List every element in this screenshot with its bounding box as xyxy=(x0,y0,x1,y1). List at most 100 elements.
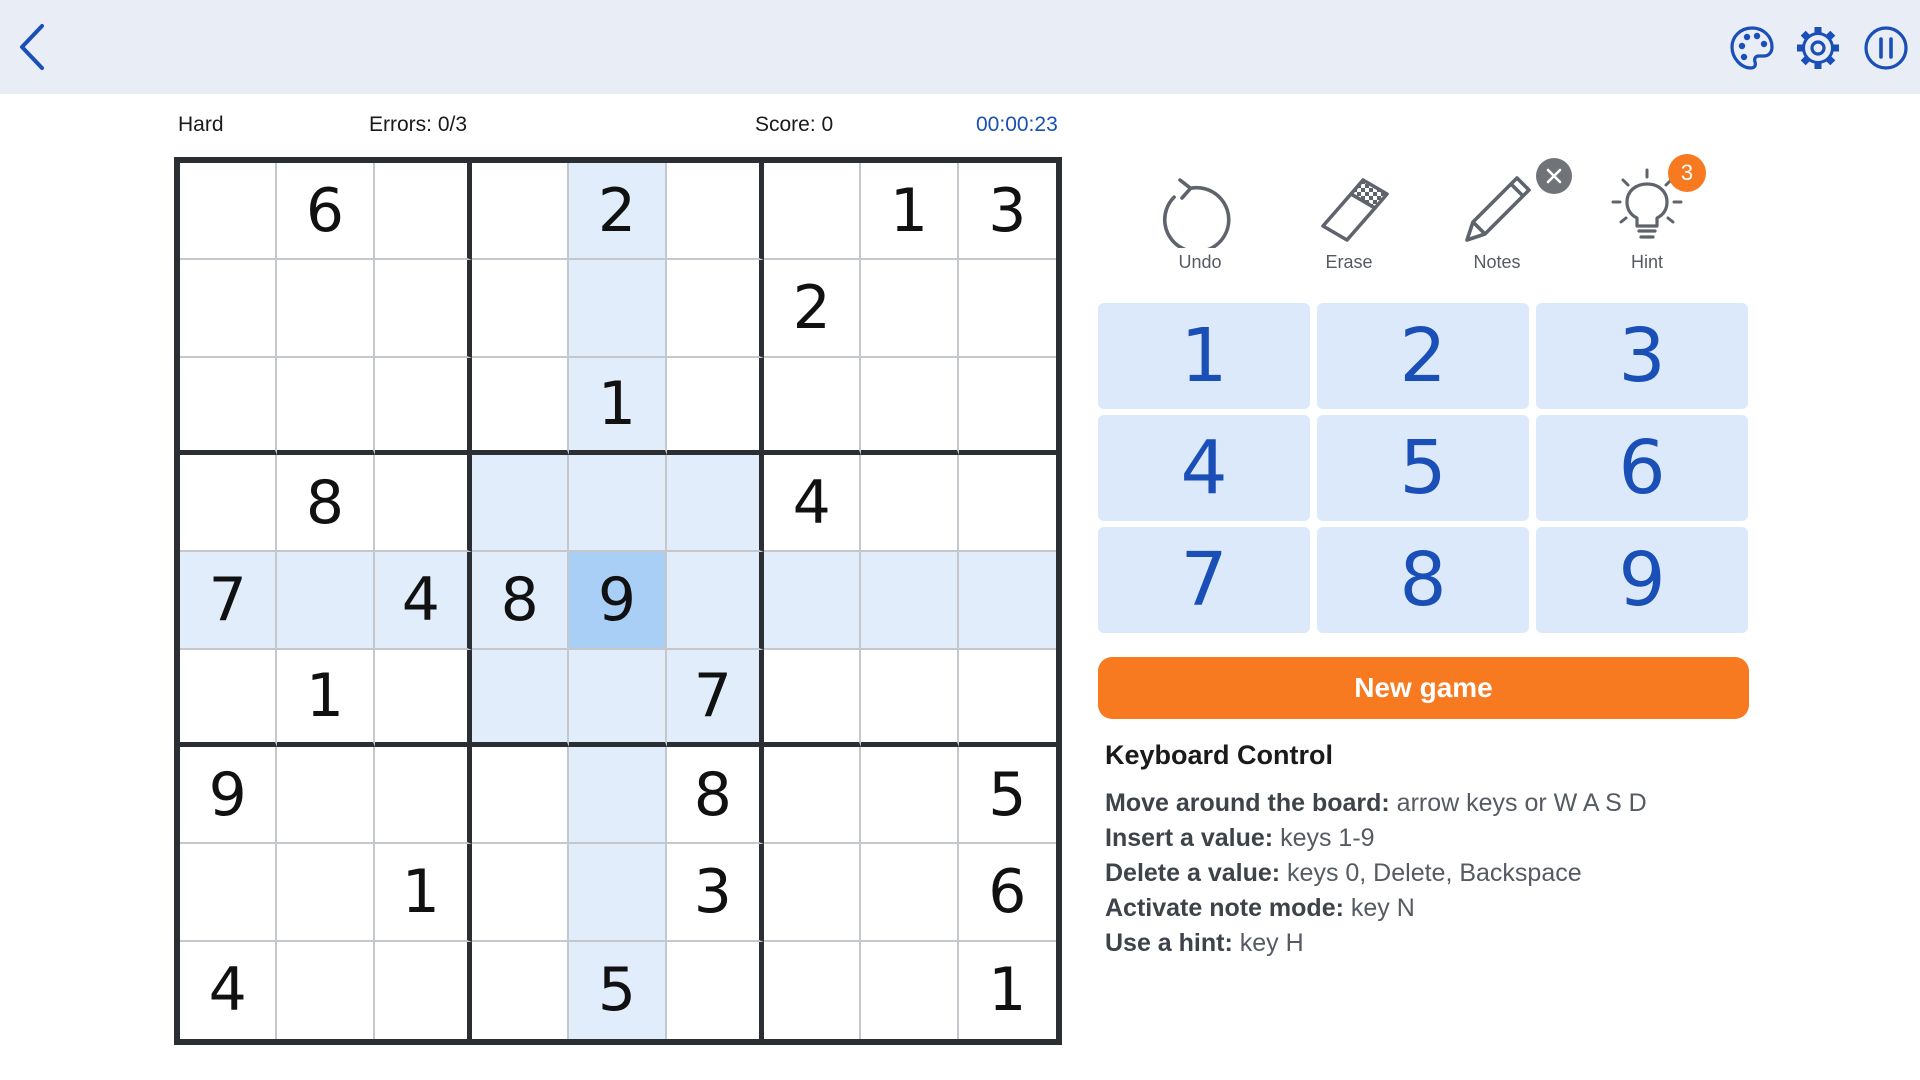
sudoku-cell-r1-c5[interactable]: 2 xyxy=(569,163,667,261)
sudoku-cell-r9-c1[interactable]: 4 xyxy=(180,941,278,1039)
sudoku-cell-r1-c9[interactable]: 3 xyxy=(958,163,1056,261)
sudoku-cell-r4-c3[interactable] xyxy=(374,455,472,553)
sudoku-cell-r7-c7[interactable] xyxy=(764,747,862,845)
sudoku-cell-r3-c5[interactable]: 1 xyxy=(569,357,667,455)
sudoku-cell-r8-c2[interactable] xyxy=(277,844,375,942)
sudoku-cell-r1-c4[interactable] xyxy=(472,163,570,261)
sudoku-cell-r5-c5[interactable]: 9 xyxy=(569,552,667,650)
sudoku-cell-r2-c8[interactable] xyxy=(861,260,959,358)
sudoku-cell-r2-c7[interactable]: 2 xyxy=(764,260,862,358)
sudoku-cell-r5-c2[interactable] xyxy=(277,552,375,650)
erase-button[interactable]: Erase xyxy=(1284,168,1414,288)
sudoku-cell-r4-c8[interactable] xyxy=(861,455,959,553)
sudoku-cell-r6-c4[interactable] xyxy=(472,649,570,747)
sudoku-cell-r5-c9[interactable] xyxy=(958,552,1056,650)
sudoku-cell-r4-c2[interactable]: 8 xyxy=(277,455,375,553)
sudoku-cell-r5-c8[interactable] xyxy=(861,552,959,650)
sudoku-cell-r6-c6[interactable]: 7 xyxy=(666,649,764,747)
sudoku-cell-r7-c4[interactable] xyxy=(472,747,570,845)
sudoku-cell-r2-c9[interactable] xyxy=(958,260,1056,358)
sudoku-cell-r6-c5[interactable] xyxy=(569,649,667,747)
sudoku-cell-r3-c4[interactable] xyxy=(472,357,570,455)
number-button-3[interactable]: 3 xyxy=(1536,303,1748,409)
number-button-8[interactable]: 8 xyxy=(1317,527,1529,633)
sudoku-cell-r9-c2[interactable] xyxy=(277,941,375,1039)
sudoku-cell-r8-c4[interactable] xyxy=(472,844,570,942)
sudoku-cell-r3-c3[interactable] xyxy=(374,357,472,455)
sudoku-cell-r9-c9[interactable]: 1 xyxy=(958,941,1056,1039)
number-button-5[interactable]: 5 xyxy=(1317,415,1529,521)
sudoku-cell-r5-c7[interactable] xyxy=(764,552,862,650)
sudoku-cell-r2-c2[interactable] xyxy=(277,260,375,358)
sudoku-cell-r7-c8[interactable] xyxy=(861,747,959,845)
sudoku-cell-r4-c4[interactable] xyxy=(472,455,570,553)
sudoku-cell-r6-c7[interactable] xyxy=(764,649,862,747)
sudoku-cell-r1-c3[interactable] xyxy=(374,163,472,261)
pause-icon[interactable] xyxy=(1862,24,1910,72)
sudoku-cell-r8-c9[interactable]: 6 xyxy=(958,844,1056,942)
sudoku-cell-r4-c9[interactable] xyxy=(958,455,1056,553)
sudoku-cell-r8-c6[interactable]: 3 xyxy=(666,844,764,942)
sudoku-cell-r7-c9[interactable]: 5 xyxy=(958,747,1056,845)
sudoku-cell-r9-c8[interactable] xyxy=(861,941,959,1039)
sudoku-cell-r3-c8[interactable] xyxy=(861,357,959,455)
sudoku-cell-r2-c4[interactable] xyxy=(472,260,570,358)
number-button-7[interactable]: 7 xyxy=(1098,527,1310,633)
sudoku-cell-r7-c6[interactable]: 8 xyxy=(666,747,764,845)
sudoku-cell-r6-c3[interactable] xyxy=(374,649,472,747)
sudoku-cell-r3-c1[interactable] xyxy=(180,357,278,455)
number-button-1[interactable]: 1 xyxy=(1098,303,1310,409)
sudoku-cell-r8-c5[interactable] xyxy=(569,844,667,942)
sudoku-cell-r5-c4[interactable]: 8 xyxy=(472,552,570,650)
hint-button[interactable]: Hint 3 xyxy=(1582,154,1712,288)
sudoku-cell-r9-c3[interactable] xyxy=(374,941,472,1039)
sudoku-cell-r2-c3[interactable] xyxy=(374,260,472,358)
sudoku-cell-r9-c6[interactable] xyxy=(666,941,764,1039)
sudoku-cell-r2-c5[interactable] xyxy=(569,260,667,358)
sudoku-cell-r9-c4[interactable] xyxy=(472,941,570,1039)
sudoku-cell-r5-c6[interactable] xyxy=(666,552,764,650)
sudoku-cell-r3-c2[interactable] xyxy=(277,357,375,455)
sudoku-cell-r7-c2[interactable] xyxy=(277,747,375,845)
sudoku-cell-r3-c7[interactable] xyxy=(764,357,862,455)
sudoku-cell-r8-c1[interactable] xyxy=(180,844,278,942)
new-game-button[interactable]: New game xyxy=(1098,657,1749,719)
number-button-4[interactable]: 4 xyxy=(1098,415,1310,521)
undo-button[interactable]: Undo xyxy=(1135,168,1265,288)
number-button-9[interactable]: 9 xyxy=(1536,527,1748,633)
sudoku-cell-r6-c9[interactable] xyxy=(958,649,1056,747)
sudoku-cell-r1-c8[interactable]: 1 xyxy=(861,163,959,261)
sudoku-cell-r3-c9[interactable] xyxy=(958,357,1056,455)
sudoku-cell-r5-c3[interactable]: 4 xyxy=(374,552,472,650)
sudoku-cell-r2-c6[interactable] xyxy=(666,260,764,358)
sudoku-cell-r9-c7[interactable] xyxy=(764,941,862,1039)
sudoku-cell-r4-c1[interactable] xyxy=(180,455,278,553)
sudoku-cell-r8-c8[interactable] xyxy=(861,844,959,942)
sudoku-cell-r5-c1[interactable]: 7 xyxy=(180,552,278,650)
gear-icon[interactable] xyxy=(1794,24,1842,72)
sudoku-cell-r8-c3[interactable]: 1 xyxy=(374,844,472,942)
sudoku-cell-r4-c6[interactable] xyxy=(666,455,764,553)
close-icon[interactable] xyxy=(1536,158,1572,194)
sudoku-cell-r7-c1[interactable]: 9 xyxy=(180,747,278,845)
sudoku-cell-r7-c3[interactable] xyxy=(374,747,472,845)
sudoku-cell-r1-c2[interactable]: 6 xyxy=(277,163,375,261)
number-button-6[interactable]: 6 xyxy=(1536,415,1748,521)
palette-icon[interactable] xyxy=(1728,24,1776,72)
sudoku-cell-r1-c1[interactable] xyxy=(180,163,278,261)
sudoku-cell-r2-c1[interactable] xyxy=(180,260,278,358)
sudoku-cell-r6-c8[interactable] xyxy=(861,649,959,747)
sudoku-cell-r8-c7[interactable] xyxy=(764,844,862,942)
sudoku-cell-r6-c2[interactable]: 1 xyxy=(277,649,375,747)
sudoku-cell-r7-c5[interactable] xyxy=(569,747,667,845)
sudoku-cell-r1-c7[interactable] xyxy=(764,163,862,261)
notes-button[interactable]: Notes xyxy=(1432,158,1572,288)
sudoku-cell-r9-c5[interactable]: 5 xyxy=(569,941,667,1039)
sudoku-cell-r4-c7[interactable]: 4 xyxy=(764,455,862,553)
sudoku-cell-r1-c6[interactable] xyxy=(666,163,764,261)
chevron-left-icon[interactable] xyxy=(14,22,50,72)
number-button-2[interactable]: 2 xyxy=(1317,303,1529,409)
sudoku-cell-r3-c6[interactable] xyxy=(666,357,764,455)
sudoku-cell-r4-c5[interactable] xyxy=(569,455,667,553)
sudoku-cell-r6-c1[interactable] xyxy=(180,649,278,747)
